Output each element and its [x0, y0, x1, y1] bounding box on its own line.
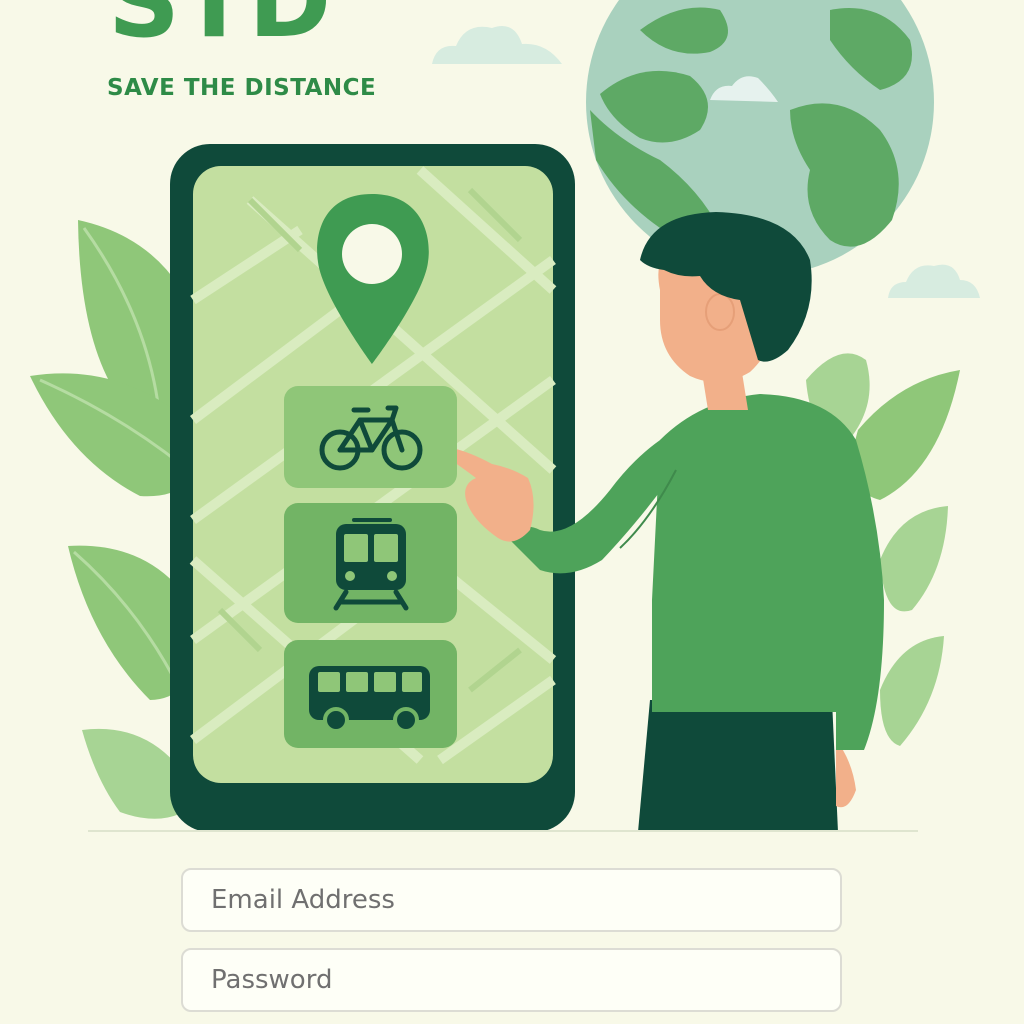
login-screen: STD SAVE THE DISTANCE [0, 0, 1024, 1024]
email-field[interactable] [181, 868, 842, 932]
transport-options [284, 386, 457, 748]
transport-option-bus-button[interactable] [284, 640, 457, 748]
password-field[interactable] [181, 948, 842, 1012]
transport-option-bike-button[interactable] [284, 386, 457, 488]
transport-option-train-button[interactable] [284, 503, 457, 623]
divider [88, 830, 918, 832]
